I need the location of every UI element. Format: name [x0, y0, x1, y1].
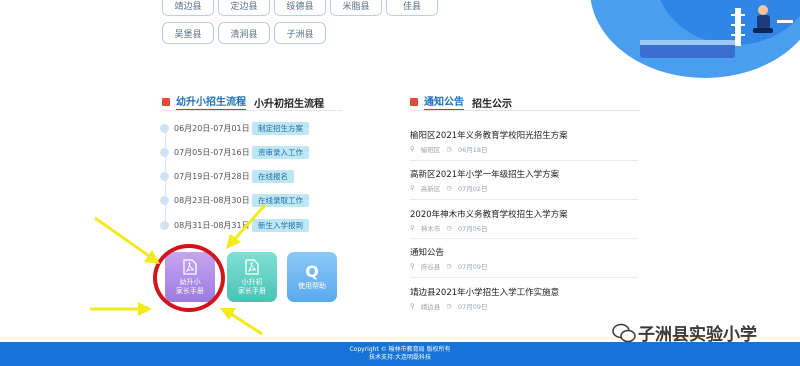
location-icon: ⚲: [410, 224, 415, 232]
news-place: 神木市: [420, 225, 441, 233]
wechat-icon: [612, 323, 636, 342]
timeline-dot: [160, 195, 169, 205]
highlight-circle: [153, 244, 225, 312]
books-illustration: [590, 0, 800, 78]
timeline-tag[interactable]: 制定招生方案: [252, 121, 309, 135]
timeline-item: 07月19日-07月28日 在线报名: [160, 169, 294, 183]
timeline-dot: [160, 123, 169, 133]
news-item[interactable]: 靖边县2021年小学招生入学工作实施意 ⚲ 靖边县 ◷ 07月09日: [410, 286, 635, 311]
tile-label: 使用帮助: [298, 281, 326, 290]
location-icon: ⚲: [410, 184, 415, 192]
timeline-tag[interactable]: 在线录取工作: [252, 193, 309, 207]
news-place: 府谷县: [420, 263, 441, 271]
timeline-item: 06月20日-07月01日 制定招生方案: [160, 121, 309, 135]
tile-label-line2: 家长手册: [238, 286, 266, 295]
county-button-zizhou[interactable]: 子洲县: [274, 22, 326, 44]
tab-publicity[interactable]: 招生公示: [472, 95, 512, 110]
news-meta: ⚲ 府谷县 ◷ 07月09日: [410, 261, 635, 271]
county-button-wubao[interactable]: 吴堡县: [162, 22, 214, 44]
news-meta: ⚲ 榆阳区 ◷ 06月18日: [410, 144, 635, 154]
news-item[interactable]: 榆阳区2021年义务教育学校阳光招生方案 ⚲ 榆阳区 ◷ 06月18日: [410, 129, 635, 154]
news-place: 靖边县: [420, 303, 441, 311]
timeline-dot: [160, 171, 169, 181]
news-meta: ⚲ 神木市 ◷ 07月06日: [410, 223, 635, 233]
timeline-date: 07月05日-07月16日: [174, 147, 250, 157]
clock-icon: ◷: [446, 184, 452, 192]
help-q-icon: Q: [305, 261, 319, 281]
news-date: 07月09日: [457, 303, 488, 311]
news-date: 07月02日: [457, 185, 488, 193]
tile-label-line1: 小升初: [241, 277, 263, 286]
news-title[interactable]: 通知公告: [410, 246, 635, 258]
tab-middle-admission[interactable]: 小升初招生流程: [254, 95, 324, 110]
divider: [162, 110, 342, 111]
timeline-tag[interactable]: 新生入学报到: [252, 218, 309, 232]
process-tabs: 幼升小招生流程 小升初招生流程: [162, 93, 324, 111]
divider: [410, 238, 638, 239]
tab-primary-admission[interactable]: 幼升小招生流程: [176, 93, 246, 111]
news-title[interactable]: 高新区2021年小学一年级招生入学方案: [410, 168, 635, 180]
county-button-qingjian[interactable]: 清涧县: [218, 22, 270, 44]
location-icon: ⚲: [410, 145, 415, 153]
news-date: 07月06日: [457, 225, 488, 233]
news-item[interactable]: 高新区2021年小学一年级招生入学方案 ⚲ 高新区 ◷ 07月02日: [410, 168, 635, 193]
timeline-tag[interactable]: 在线报名: [252, 169, 294, 183]
timeline-dot: [160, 147, 169, 157]
county-button-jingbian[interactable]: 靖边县: [162, 0, 214, 16]
clock-icon: ◷: [446, 262, 452, 270]
timeline-dot: [160, 220, 169, 230]
news-place: 高新区: [420, 185, 441, 193]
location-icon: ⚲: [410, 262, 415, 270]
news-place: 榆阳区: [420, 146, 441, 154]
timeline-date: 07月19日-07月28日: [174, 171, 250, 181]
county-button-dingbian[interactable]: 定边县: [218, 0, 270, 16]
divider: [410, 110, 640, 111]
middle-parent-handbook-button[interactable]: 小升初 家长手册: [227, 252, 277, 302]
divider: [410, 199, 638, 200]
timeline-date: 08月23日-08月30日: [174, 195, 250, 205]
county-button-mizhi[interactable]: 米脂县: [330, 0, 382, 16]
divider: [410, 160, 638, 161]
news-meta: ⚲ 高新区 ◷ 07月02日: [410, 183, 635, 193]
pdf-icon: [245, 258, 259, 275]
timeline-item: 07月05日-07月16日 资审录入工作: [160, 145, 309, 159]
help-button[interactable]: Q 使用帮助: [287, 252, 337, 302]
timeline-item: 08月23日-08月30日 在线录取工作: [160, 193, 309, 207]
footer: Copyright © 榆林市教育局 版权所有 技术支持:大连明磊科技: [0, 342, 800, 366]
tech-support-text: 技术支持:大连明磊科技: [368, 354, 432, 361]
news-item[interactable]: 2020年神木市义务教育学校招生入学方案 ⚲ 神木市 ◷ 07月06日: [410, 208, 635, 233]
county-button-jiaxian[interactable]: 佳县: [386, 0, 438, 16]
news-title[interactable]: 榆阳区2021年义务教育学校阳光招生方案: [410, 129, 635, 141]
clock-icon: ◷: [446, 302, 452, 310]
news-date: 07月09日: [457, 263, 488, 271]
clock-icon: ◷: [446, 224, 452, 232]
timeline-date: 06月20日-07月01日: [174, 123, 250, 133]
news-meta: ⚲ 靖边县 ◷ 07月09日: [410, 301, 635, 311]
news-tabs: 通知公告 招生公示: [410, 93, 512, 111]
news-title[interactable]: 2020年神木市义务教育学校招生入学方案: [410, 208, 635, 220]
clock-icon: ◷: [446, 145, 452, 153]
news-item[interactable]: 通知公告 ⚲ 府谷县 ◷ 07月09日: [410, 246, 635, 271]
notice-icon: [410, 98, 418, 106]
timeline-item: 08月31日-08月31日 新生入学报到: [160, 218, 309, 232]
tab-notices[interactable]: 通知公告: [424, 93, 464, 111]
divider: [410, 277, 638, 278]
location-icon: ⚲: [410, 302, 415, 310]
timeline-date: 08月31日-08月31日: [174, 220, 250, 230]
news-date: 06月18日: [457, 146, 488, 154]
county-button-suide[interactable]: 绥德县: [274, 0, 326, 16]
news-title[interactable]: 靖边县2021年小学招生入学工作实施意: [410, 286, 635, 298]
list-icon: [162, 98, 170, 106]
timeline-tag[interactable]: 资审录入工作: [252, 145, 309, 159]
copyright-text: Copyright © 榆林市教育局 版权所有: [349, 346, 451, 353]
